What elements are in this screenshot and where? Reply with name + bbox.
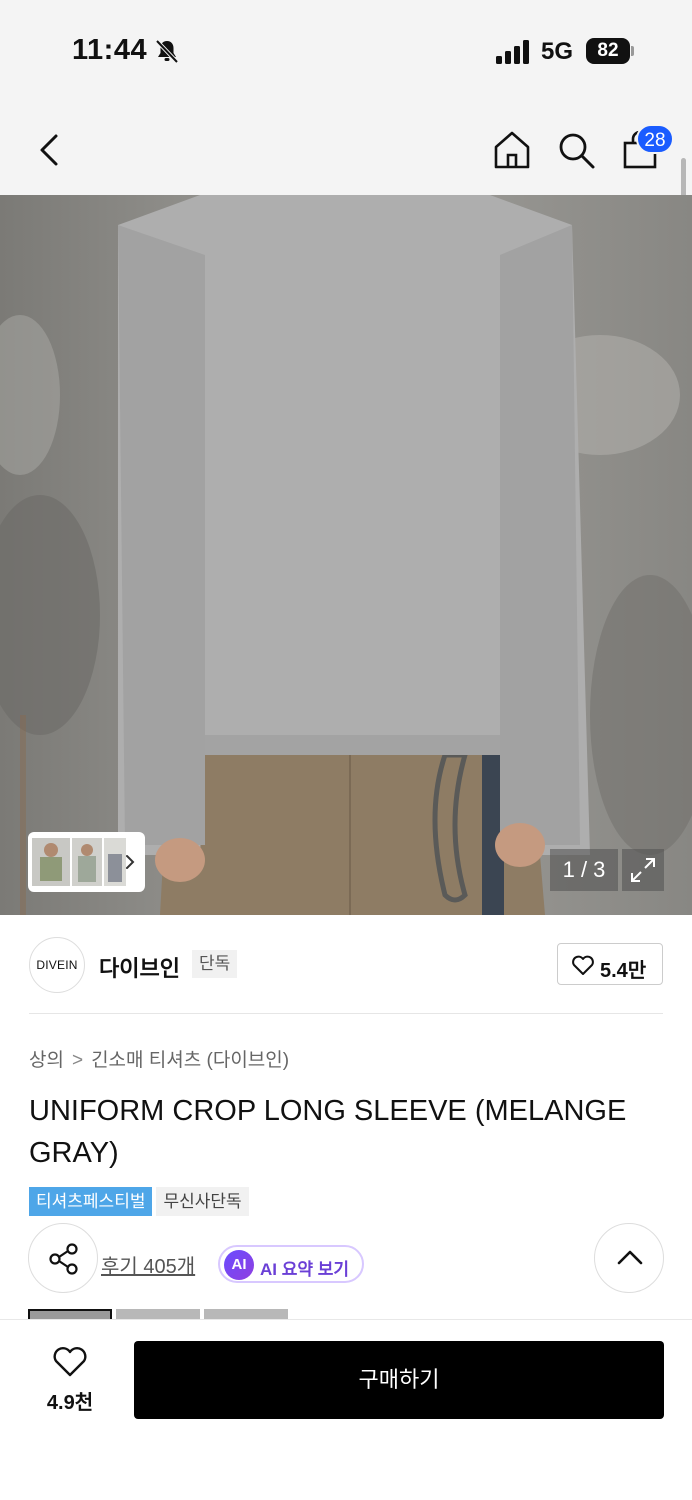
- battery-indicator: 82: [586, 38, 634, 64]
- exclusive-tag: 단독: [192, 950, 238, 978]
- brand-like-count: 5.4만: [600, 960, 647, 982]
- tag-musinsa-exclusive: 무신사단독: [156, 1187, 249, 1216]
- product-image[interactable]: [0, 195, 692, 915]
- search-icon[interactable]: [554, 128, 598, 172]
- breadcrumb-subcategory[interactable]: 긴소매 티셔츠 (다이브인): [91, 1050, 289, 1071]
- breadcrumb-category[interactable]: 상의: [29, 1050, 64, 1071]
- home-icon[interactable]: [490, 128, 534, 172]
- brand-logo[interactable]: DIVEIN: [29, 937, 85, 993]
- status-bar: 11:44 5G 82: [0, 0, 692, 100]
- bell-off-icon: [155, 39, 179, 64]
- image-page-counter: 1 / 3: [550, 849, 618, 891]
- scroll-to-top-button[interactable]: [594, 1223, 664, 1293]
- breadcrumb: 상의 > 긴소매 티셔츠 (다이브인): [29, 1045, 289, 1072]
- ai-badge: AI: [224, 1250, 254, 1280]
- share-icon: [49, 1243, 78, 1275]
- battery-level: 82: [586, 38, 630, 64]
- breadcrumb-separator: >: [71, 1050, 84, 1071]
- thumbnail-1[interactable]: [32, 838, 70, 886]
- expand-icon[interactable]: [622, 849, 664, 891]
- ai-summary-button[interactable]: AI AI 요약 보기: [218, 1245, 364, 1283]
- product-title: UNIFORM CROP LONG SLEEVE (MELANGE GRAY): [29, 1095, 627, 1169]
- brand-name[interactable]: 다이브인: [99, 951, 180, 983]
- share-button[interactable]: [28, 1223, 98, 1293]
- heart-icon: [572, 955, 594, 975]
- brand-like-button[interactable]: 5.4만: [557, 943, 663, 985]
- status-time: 11:44: [72, 34, 148, 66]
- tag-tshirt-festival[interactable]: 티셔츠페스티벌: [29, 1187, 153, 1216]
- wishlist-count: 4.9천: [46, 1392, 94, 1414]
- chevron-right-icon[interactable]: [122, 852, 138, 872]
- back-arrow-icon[interactable]: [32, 128, 68, 172]
- signal-icon: [496, 40, 529, 64]
- heart-icon: [53, 1347, 87, 1377]
- cart-count-badge: 28: [636, 124, 674, 154]
- thumbnail-2[interactable]: [72, 838, 102, 886]
- divider: [29, 1013, 663, 1014]
- tag-row: 티셔츠페스티벌 무신사단독: [29, 1187, 253, 1216]
- top-navigation-bar: [0, 100, 692, 195]
- brand-row: DIVEIN 다이브인 단독 5.4만: [0, 915, 692, 1015]
- ai-summary-label: AI 요약 보기: [260, 1260, 350, 1279]
- wishlist-button[interactable]: 4.9천: [32, 1340, 108, 1420]
- battery-tip: [631, 46, 634, 56]
- network-label: 5G: [541, 38, 574, 65]
- buy-button[interactable]: 구매하기: [134, 1341, 664, 1419]
- chevron-up-icon: [617, 1250, 643, 1265]
- review-count-link[interactable]: 후기 405개: [101, 1250, 195, 1279]
- product-photo: [0, 195, 692, 915]
